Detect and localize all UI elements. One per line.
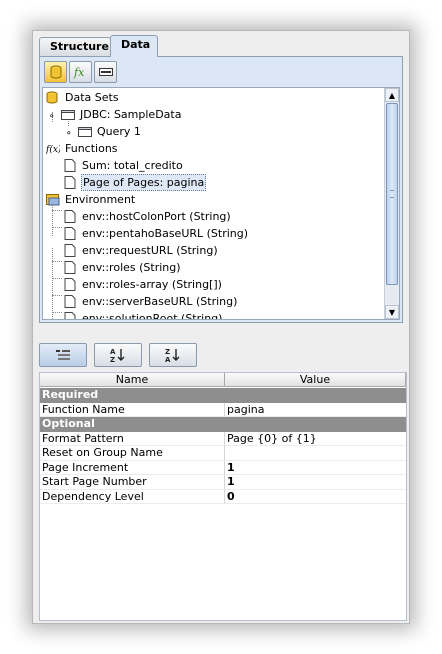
tree-connector [52, 278, 62, 279]
property-value[interactable]: 0 [225, 490, 406, 504]
document-icon [64, 244, 76, 257]
sort-descending-icon: Z A [165, 348, 180, 363]
document-icon [64, 312, 76, 319]
group-spacer [225, 417, 406, 432]
property-value[interactable]: Page {0} of {1} [225, 432, 406, 446]
group-spacer [225, 388, 406, 403]
tree-node-label: env::serverBaseURL (String) [82, 295, 238, 308]
tree-node-label: Data Sets [65, 91, 119, 104]
document-icon [64, 159, 76, 172]
add-parameter-button[interactable] [94, 61, 117, 83]
scroll-grip [390, 190, 394, 198]
categorized-view-button[interactable] [39, 343, 87, 367]
property-row-format-pattern[interactable]: Format Pattern Page {0} of {1} [40, 431, 406, 446]
scroll-down-arrow-icon[interactable]: ▼ [385, 305, 399, 319]
tree-node-label: env::roles (String) [82, 261, 181, 274]
environment-icon [98, 68, 113, 76]
property-name: Format Pattern [40, 431, 225, 446]
group-label: Required [40, 388, 225, 403]
function-icon: f(x) [46, 144, 60, 155]
database-icon [50, 65, 61, 79]
property-value[interactable]: 1 [225, 475, 406, 490]
property-name: Function Name [40, 402, 225, 417]
svg-text:Z: Z [110, 356, 115, 363]
svg-text:Z: Z [165, 348, 170, 356]
svg-text:A: A [165, 356, 171, 363]
document-icon [64, 261, 76, 274]
tree-connector [52, 227, 62, 228]
tab-data[interactable]: Data [110, 35, 158, 57]
tab-structure[interactable]: Structure [39, 37, 111, 56]
add-function-button[interactable]: fx [69, 61, 92, 83]
tree-connector [52, 210, 62, 211]
sort-ascending-icon: A Z [110, 348, 125, 363]
document-icon [64, 278, 76, 291]
tree-node-label: Environment [65, 193, 136, 206]
data-panel-window: Structure Data fx Data Sets ⚬ JDBC: Samp… [32, 30, 410, 624]
categorized-list-icon [56, 350, 70, 360]
property-value[interactable] [225, 446, 406, 461]
property-name: Reset on Group Name [40, 446, 225, 461]
group-label: Optional [40, 417, 225, 432]
property-table: Name Value Required Function Name pagina… [39, 372, 407, 621]
scroll-thumb[interactable] [386, 103, 398, 285]
function-icon: fx [73, 66, 85, 79]
data-tab-panel: fx Data Sets ⚬ JDBC: SampleData ⚬ Query … [39, 56, 403, 323]
column-header-name[interactable]: Name [40, 373, 225, 387]
sort-descending-button[interactable]: Z A [149, 343, 197, 367]
tree-node-label: env::requestURL (String) [82, 244, 218, 257]
data-tree: Data Sets ⚬ JDBC: SampleData ⚬ Query 1 f… [42, 87, 400, 320]
property-name: Page Increment [40, 460, 225, 475]
property-group-optional[interactable]: Optional [40, 417, 406, 432]
property-group-required[interactable]: Required [40, 388, 406, 403]
property-row-start-page-number[interactable]: Start Page Number 1 [40, 475, 406, 490]
document-icon [64, 227, 76, 240]
document-icon [64, 210, 76, 223]
property-name: Dependency Level [40, 489, 225, 504]
property-table-header: Name Value [40, 373, 406, 387]
folder-icon [61, 110, 75, 120]
tree-node-label: env::solutionRoot (String) [82, 312, 223, 320]
property-row-reset-on-group-name[interactable]: Reset on Group Name [40, 446, 406, 461]
property-row-page-increment[interactable]: Page Increment 1 [40, 460, 406, 475]
environment-icon [46, 194, 60, 206]
tree-node-label: env::roles-array (String[]) [82, 278, 222, 291]
tree-node-label: env::hostColonPort (String) [82, 210, 231, 223]
svg-text:f(x): f(x) [46, 144, 60, 155]
property-row-function-name[interactable]: Function Name pagina [40, 402, 406, 417]
tab-bar: Structure Data [39, 35, 403, 57]
folder-icon [78, 127, 92, 137]
tree-node-label: Functions [65, 142, 118, 155]
property-sort-bar: A Z Z A [39, 343, 403, 369]
tree-node-label: Sum: total_credito [82, 159, 183, 172]
svg-text:fx: fx [73, 66, 85, 79]
column-header-value[interactable]: Value [225, 373, 406, 387]
tree-connector [52, 295, 62, 296]
database-icon [46, 91, 58, 104]
tree-connector [52, 312, 62, 313]
add-data-source-button[interactable] [44, 61, 67, 83]
property-value[interactable]: 1 [225, 461, 406, 475]
tree-node-label: JDBC: SampleData [80, 108, 182, 121]
sort-ascending-button[interactable]: A Z [94, 343, 142, 367]
svg-text:A: A [110, 348, 116, 356]
property-row-dependency-level[interactable]: Dependency Level 0 [40, 489, 406, 504]
property-name: Start Page Number [40, 475, 225, 490]
scroll-up-arrow-icon[interactable]: ▲ [385, 88, 399, 102]
expand-toggle-icon[interactable]: ⚬ [48, 109, 56, 126]
tree-connector [52, 261, 62, 262]
document-icon [64, 176, 76, 189]
tree-connector [52, 248, 53, 319]
tree-node-label: Query 1 [97, 125, 141, 138]
tree-node-label: Page of Pages: pagina [81, 174, 207, 191]
property-value[interactable]: pagina [225, 403, 406, 417]
tree-vertical-scrollbar[interactable]: ▲ ▼ [384, 88, 399, 319]
tree-node-label: env::pentahoBaseURL (String) [82, 227, 249, 240]
document-icon [64, 295, 76, 308]
